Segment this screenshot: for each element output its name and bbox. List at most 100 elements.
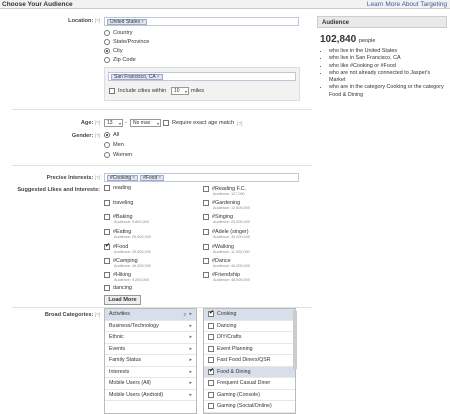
- suggested-like-item[interactable]: #Baking Audience: 9,800,000: [104, 214, 204, 224]
- like-checkbox[interactable]: [203, 200, 209, 206]
- suggested-like-item[interactable]: traveling: [104, 200, 204, 206]
- like-row[interactable]: dancing: [104, 285, 204, 291]
- category-item[interactable]: Mobile Users (All) ▸: [105, 378, 196, 390]
- gender-option[interactable]: All: [104, 132, 119, 138]
- like-row[interactable]: traveling: [104, 200, 204, 206]
- like-checkbox[interactable]: [104, 200, 110, 206]
- gender-option[interactable]: Women: [104, 152, 132, 158]
- location-option[interactable]: Country: [104, 30, 133, 36]
- remove-token-icon[interactable]: ×: [141, 19, 144, 25]
- load-more-button[interactable]: Load More: [104, 295, 141, 305]
- subcategory-checkbox[interactable]: [208, 403, 214, 410]
- like-checkbox[interactable]: [104, 272, 110, 278]
- subcategory-item[interactable]: Gaming (Console): [204, 390, 295, 401]
- suggested-like-item[interactable]: #Friendship Audience: 48,600,000: [203, 272, 303, 282]
- location-option[interactable]: Zip Code: [104, 57, 136, 63]
- category-item[interactable]: Family Status ▸: [105, 355, 196, 367]
- suggested-like-item[interactable]: #Dance Audience: 44,000,000: [203, 258, 303, 268]
- exact-age-option[interactable]: Require exact age match [?]: [163, 120, 242, 126]
- category-item[interactable]: Ethnic ▸: [105, 332, 196, 344]
- suggested-like-item[interactable]: #Singing Audience: 23,500,000: [203, 214, 303, 224]
- interest-token[interactable]: #Cooking×: [107, 174, 139, 181]
- like-checkbox[interactable]: [104, 244, 110, 250]
- category-item[interactable]: Mobile Users (Android) ▸: [105, 390, 196, 401]
- radio-button[interactable]: [104, 30, 110, 36]
- subcategory-checkbox[interactable]: [208, 368, 214, 375]
- subcategory-item[interactable]: Dancing: [204, 321, 295, 332]
- subcategory-checkbox[interactable]: [208, 334, 214, 341]
- radio-button[interactable]: [104, 39, 110, 45]
- suggested-like-item[interactable]: #FoodAudience: 29,500,000: [104, 244, 204, 254]
- city-token[interactable]: San Francisco, CA×: [111, 73, 163, 80]
- radius-select[interactable]: 10 ▾: [171, 87, 189, 95]
- category-item[interactable]: Events ▸: [105, 344, 196, 355]
- suggested-like-item[interactable]: reading: [104, 185, 204, 191]
- suggested-like-item[interactable]: #Adele (singer) Audience: 30,000,000: [203, 229, 303, 239]
- subcategory-item[interactable]: Gaming (Social/Online): [204, 401, 295, 413]
- like-checkbox[interactable]: [203, 214, 209, 220]
- suggested-like-item[interactable]: #Hiking Audience: 9,200,000: [104, 272, 204, 282]
- like-checkbox[interactable]: [104, 258, 110, 264]
- remove-token-icon[interactable]: ×: [132, 175, 135, 181]
- location-option[interactable]: City: [104, 48, 123, 54]
- location-input[interactable]: United States×: [104, 17, 299, 26]
- subcategory-item[interactable]: Frequent Casual Diner: [204, 378, 295, 390]
- radio-button[interactable]: [104, 57, 110, 63]
- age-min-select[interactable]: 13 ▾: [104, 119, 123, 127]
- subcategory-item[interactable]: Event Planning: [204, 344, 295, 355]
- age-help-icon[interactable]: [?]: [95, 120, 100, 125]
- remove-city-icon[interactable]: ×: [157, 74, 160, 80]
- suggested-like-item[interactable]: dancing: [104, 285, 204, 291]
- suggested-like-item[interactable]: #Reading F.C. Audience: 127,000: [203, 186, 303, 196]
- gender-help-icon[interactable]: [?]: [95, 133, 100, 138]
- learn-more-link[interactable]: Learn More About Targeting: [367, 1, 447, 8]
- category-item[interactable]: Business/Technology ▸: [105, 321, 196, 332]
- radio-button[interactable]: [104, 142, 110, 148]
- subcategory-item[interactable]: DIY/Crafts: [204, 332, 295, 344]
- precise-interests-input[interactable]: #Cooking× #Food×: [104, 173, 299, 182]
- suggested-like-item[interactable]: #Walking Audience: 11,000,000: [203, 244, 303, 254]
- subcategory-checkbox[interactable]: [208, 357, 214, 364]
- like-checkbox[interactable]: [203, 272, 209, 278]
- subcategory-checkbox[interactable]: [208, 345, 214, 352]
- subcategory-checkbox[interactable]: [208, 322, 214, 329]
- radio-button[interactable]: [104, 48, 110, 54]
- like-checkbox[interactable]: [203, 244, 209, 250]
- like-row[interactable]: reading: [104, 185, 204, 191]
- subcategory-checkbox[interactable]: [208, 311, 214, 318]
- radio-button[interactable]: [104, 132, 110, 138]
- like-checkbox[interactable]: [104, 229, 110, 235]
- like-checkbox[interactable]: [203, 186, 209, 192]
- subcategory-checkbox[interactable]: [208, 380, 214, 387]
- subcategory-item[interactable]: Food & Dining: [204, 366, 295, 378]
- suggested-like-item[interactable]: #Eating Audience: 29,500,000: [104, 229, 204, 239]
- subcategory-checkbox[interactable]: [208, 391, 214, 398]
- age-max-select[interactable]: No max ▾: [130, 119, 161, 127]
- remove-token-icon[interactable]: ×: [158, 175, 161, 181]
- interest-token[interactable]: #Food×: [140, 174, 165, 181]
- like-checkbox[interactable]: [203, 229, 209, 235]
- category-item[interactable]: Activities 2 ▸: [105, 309, 196, 321]
- like-checkbox[interactable]: [104, 285, 110, 291]
- city-input[interactable]: San Francisco, CA×: [108, 72, 296, 81]
- gender-option[interactable]: Men: [104, 142, 124, 148]
- subcategory-item[interactable]: Cooking: [204, 309, 295, 321]
- precise-help-icon[interactable]: [?]: [95, 175, 100, 180]
- subcategory-item[interactable]: Fast Food Diners/QSR: [204, 355, 295, 367]
- radio-button[interactable]: [104, 152, 110, 158]
- include-cities-option[interactable]: Include cities within: [109, 88, 166, 94]
- like-checkbox[interactable]: [203, 258, 209, 264]
- location-help-icon[interactable]: [?]: [95, 18, 100, 23]
- subcategory-scrollbar[interactable]: [293, 310, 297, 370]
- like-checkbox[interactable]: [104, 214, 110, 220]
- location-option[interactable]: State/Province: [104, 39, 149, 45]
- exact-age-help-icon[interactable]: [?]: [237, 121, 242, 126]
- suggested-like-item[interactable]: #Gardening Audience: 12,600,000: [203, 200, 303, 210]
- include-cities-checkbox[interactable]: [109, 88, 115, 94]
- like-checkbox[interactable]: [104, 185, 110, 191]
- category-item[interactable]: Interests ▸: [105, 367, 196, 378]
- suggested-like-item[interactable]: #Camping Audience: 16,300,000: [104, 258, 204, 268]
- broad-help-icon[interactable]: [?]: [95, 312, 100, 317]
- exact-age-checkbox[interactable]: [163, 120, 169, 126]
- location-token[interactable]: United States×: [107, 18, 147, 25]
